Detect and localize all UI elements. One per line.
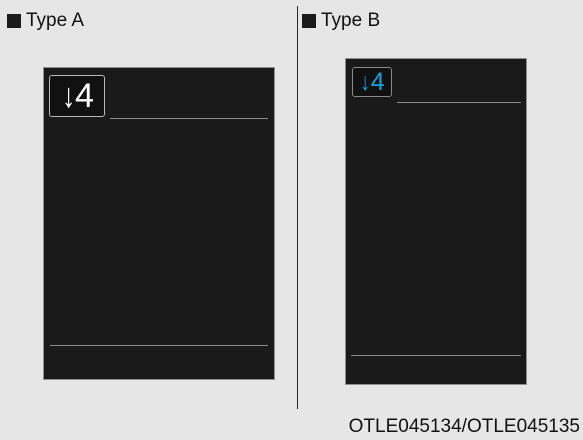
panel-label-type-a: Type A: [26, 10, 85, 31]
image-reference-code: OTLE045134/OTLE045135: [348, 416, 580, 437]
panel-divider: [297, 6, 298, 409]
gear-indicator-type-b: ↓ 4: [352, 67, 392, 97]
panel-heading-type-b: Type B: [302, 10, 380, 32]
cluster-display-type-b: ↓ 4: [345, 58, 527, 385]
square-bullet-icon: [7, 14, 21, 28]
down-arrow-icon: ↓: [360, 67, 371, 96]
bottom-divider-line: [50, 345, 268, 346]
bottom-divider-line: [351, 355, 521, 356]
gear-number: 4: [370, 67, 385, 96]
panel-heading-type-a: Type A: [7, 10, 84, 32]
top-divider-line: [110, 118, 268, 119]
panel-label-type-b: Type B: [321, 10, 381, 31]
down-arrow-icon: ↓: [61, 77, 76, 115]
cluster-display-type-a: ↓ 4: [43, 67, 275, 380]
square-bullet-icon: [302, 14, 316, 28]
gear-number: 4: [75, 77, 94, 115]
top-divider-line: [397, 102, 521, 103]
gear-indicator-type-a: ↓ 4: [49, 75, 105, 117]
